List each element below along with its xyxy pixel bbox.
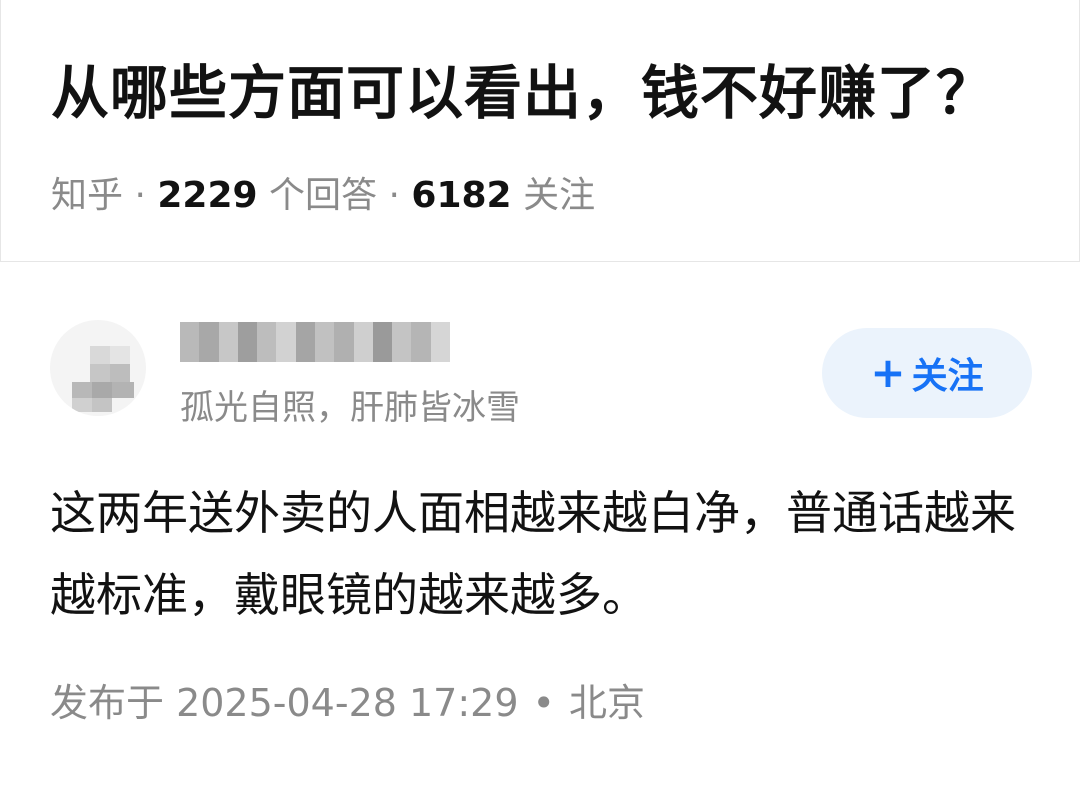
follow-button-label: 关注 xyxy=(911,356,984,397)
meta-separator: · xyxy=(388,175,400,216)
question-meta: 知乎 · 2229 个回答 · 6182 关注 xyxy=(51,166,595,218)
follower-count-label: 关注 xyxy=(523,175,596,216)
publish-time: 发布于 2025-04-28 17:29 xyxy=(50,681,519,725)
publish-location: 北京 xyxy=(568,681,645,725)
source-label: 知乎 xyxy=(51,175,124,216)
meta-separator: · xyxy=(134,175,146,216)
answer-content[interactable]: 这两年送外卖的人面相越来越白净，普通话越来越标准，戴眼镜的越来越多。 xyxy=(50,472,1040,636)
answer-footer: 发布于 2025-04-28 17:29 • 北京 xyxy=(50,672,645,727)
author-name-blurred[interactable] xyxy=(180,322,450,362)
answer-count: 2229 xyxy=(157,175,258,216)
avatar[interactable] xyxy=(50,320,146,416)
question-card: 从哪些方面可以看出，钱不好赚了？ 知乎 · 2229 个回答 · 6182 关注 xyxy=(0,0,1080,262)
follower-count: 6182 xyxy=(411,175,512,216)
answer-author-header: 孤光自照，肝肺皆冰雪 + 关注 xyxy=(0,300,1080,440)
author-bio: 孤光自照，肝肺皆冰雪 xyxy=(180,388,520,428)
answer-count-label: 个回答 xyxy=(269,175,378,216)
plus-icon: + xyxy=(870,348,906,397)
question-title[interactable]: 从哪些方面可以看出，钱不好赚了？ xyxy=(51,46,995,130)
footer-dot: • xyxy=(532,681,555,725)
follow-button[interactable]: + 关注 xyxy=(822,328,1032,418)
